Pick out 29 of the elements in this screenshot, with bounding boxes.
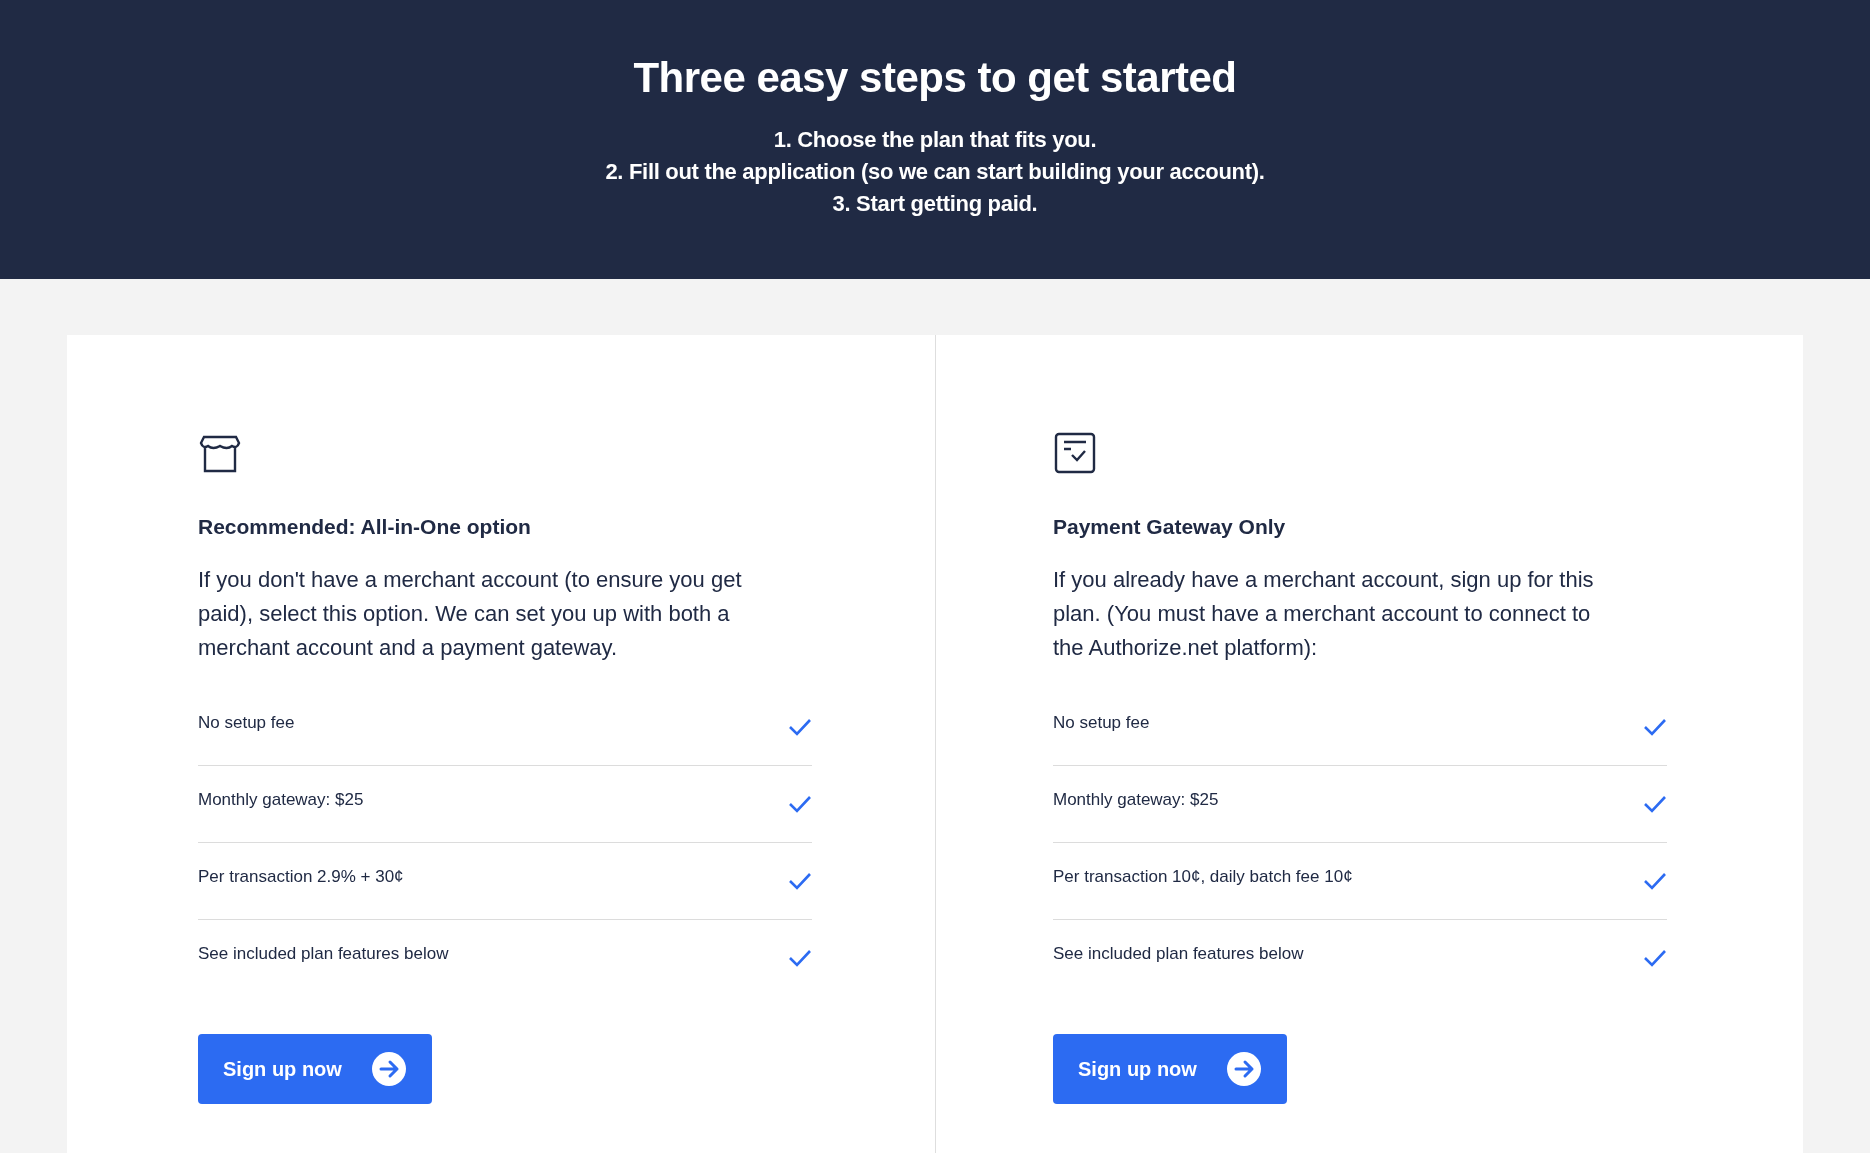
checkmark-icon [788, 871, 812, 891]
step-text: 1. Choose the plan that fits you. [772, 126, 1098, 154]
arrow-circle-icon [1226, 1052, 1261, 1086]
plan-title: Recommended: All-in-One option [198, 515, 532, 539]
step-text: 3. Start getting paid. [831, 190, 1039, 218]
feature-text: See included plan features below [198, 944, 449, 964]
page-title: Three easy steps to get started [632, 54, 1238, 102]
feature-text: Per transaction 10¢, daily batch fee 10¢ [1053, 867, 1353, 887]
feature-text: No setup fee [198, 713, 295, 733]
feature-text: Monthly gateway: $25 [1053, 790, 1219, 810]
plan-title: Payment Gateway Only [1053, 515, 1287, 539]
feature-text: See included plan features below [1053, 944, 1304, 964]
step-text: 2. Fill out the application (so we can start building your account). [604, 158, 1266, 186]
arrow-circle-icon [371, 1052, 406, 1086]
checkmark-icon [1643, 717, 1667, 737]
feature-text: No setup fee [1053, 713, 1150, 733]
signup-button[interactable]: Sign up now [198, 1034, 432, 1104]
checkmark-icon [1643, 794, 1667, 814]
plan-description: If you don't have a merchant account (to ensure you get paid), select this option. We can set you up with both a merchant account and a payment gateway. [198, 566, 743, 662]
feature-text: Per transaction 2.9% + 30¢ [198, 867, 404, 887]
plan-description: If you already have a merchant account, sign up for this plan. (You must have a merchant account to connect to the Authorize.net platform): [1053, 566, 1595, 662]
signup-button[interactable]: Sign up now [1053, 1034, 1287, 1104]
checkmark-icon [788, 794, 812, 814]
feature-text: Monthly gateway: $25 [198, 790, 364, 810]
checkmark-icon [788, 948, 812, 968]
checkmark-icon [1643, 948, 1667, 968]
checklist-icon [1053, 431, 1097, 475]
checkmark-icon [788, 717, 812, 737]
checkmark-icon [1643, 871, 1667, 891]
